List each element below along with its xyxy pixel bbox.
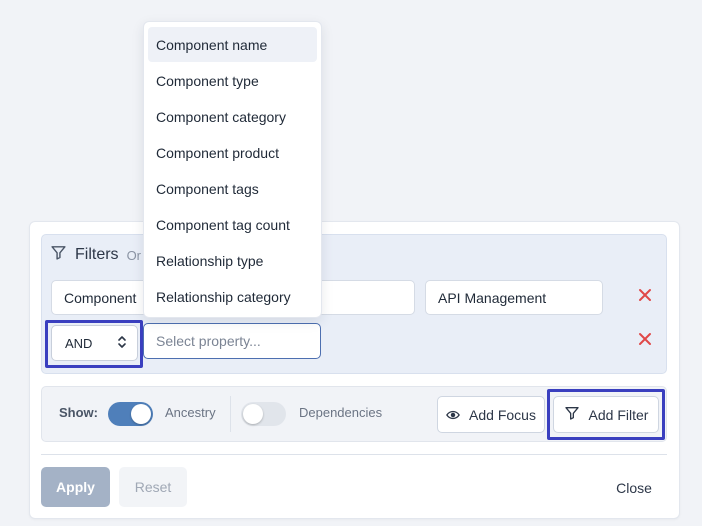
toggle-knob: [131, 404, 151, 424]
reset-button[interactable]: Reset: [119, 467, 187, 507]
filters-header: Filters Or: [50, 244, 141, 266]
add-focus-button[interactable]: Add Focus: [437, 396, 545, 433]
dropdown-option-component-type[interactable]: Component type: [148, 63, 317, 98]
filters-hint: Or: [126, 247, 142, 263]
close-x-icon: [638, 288, 652, 307]
dropdown-option-component-tag-count[interactable]: Component tag count: [148, 207, 317, 242]
ancestry-label: Ancestry: [165, 405, 216, 420]
add-filter-label: Add Filter: [588, 406, 649, 423]
close-x-icon: [638, 332, 652, 351]
footer-divider: [41, 454, 667, 455]
toggle-knob: [243, 404, 263, 424]
funnel-icon: [50, 244, 67, 266]
show-label: Show:: [59, 405, 98, 420]
property-select-input[interactable]: [143, 323, 321, 359]
dependencies-toggle[interactable]: [241, 402, 286, 426]
operator-select[interactable]: AND: [51, 325, 138, 361]
close-button[interactable]: Close: [604, 477, 664, 499]
filters-title: Filters: [75, 246, 119, 263]
dropdown-option-component-product[interactable]: Component product: [148, 135, 317, 170]
dropdown-option-relationship-category[interactable]: Relationship category: [148, 279, 317, 314]
dropdown-option-component-name[interactable]: Component name: [148, 27, 317, 62]
remove-filter-row1-button[interactable]: [634, 286, 656, 308]
apply-button[interactable]: Apply: [41, 467, 110, 507]
operator-select-value: AND: [65, 335, 93, 351]
add-filter-button[interactable]: Add Filter: [553, 396, 659, 433]
dropdown-option-relationship-type[interactable]: Relationship type: [148, 243, 317, 278]
dropdown-option-component-tags[interactable]: Component tags: [148, 171, 317, 206]
funnel-icon: [564, 405, 580, 424]
dependencies-label: Dependencies: [299, 405, 383, 420]
ancestry-toggle[interactable]: [108, 402, 153, 426]
dropdown-option-component-category[interactable]: Component category: [148, 99, 317, 134]
remove-filter-row2-button[interactable]: [634, 330, 656, 352]
toggle-divider: [230, 396, 231, 432]
eye-icon: [446, 407, 460, 423]
chevron-up-down-icon: [117, 334, 127, 353]
filter-row1-value-field[interactable]: API Management: [425, 280, 603, 315]
add-focus-label: Add Focus: [469, 406, 536, 423]
property-dropdown-menu: Component name Component type Component …: [143, 21, 322, 318]
